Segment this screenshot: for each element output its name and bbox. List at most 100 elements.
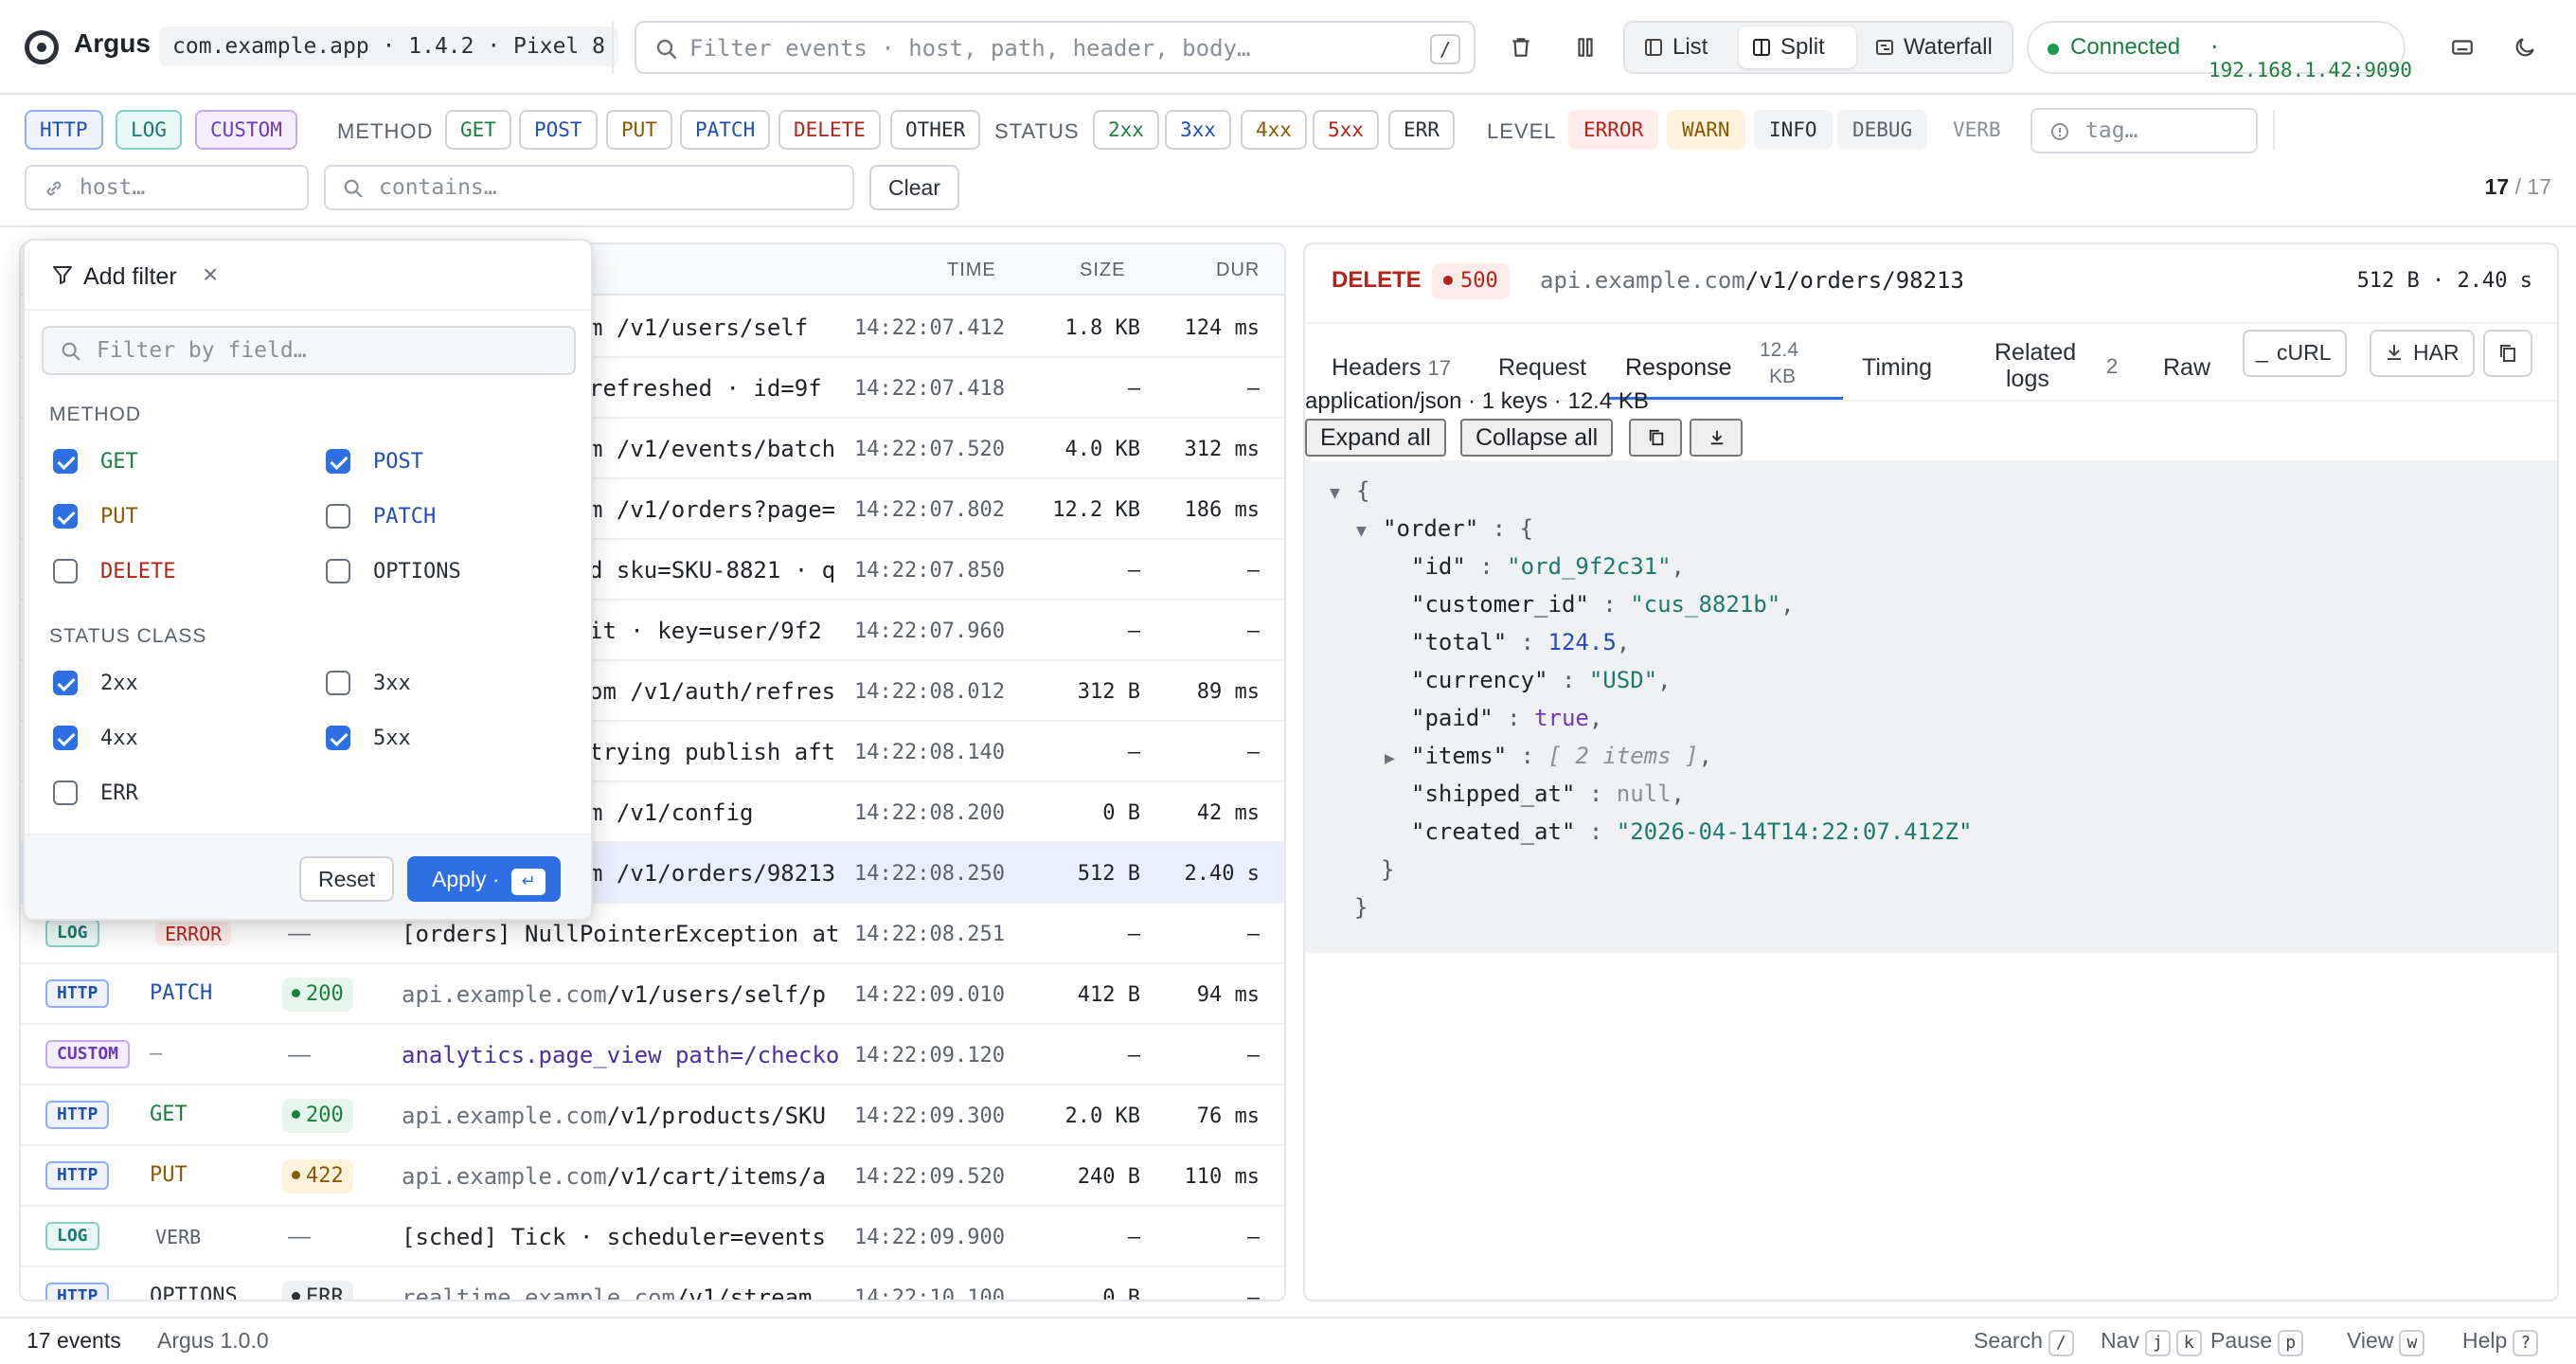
level-chip-warn[interactable]: WARN — [1667, 110, 1745, 150]
row-time: 14:22:09.900 — [854, 1226, 1005, 1249]
download-icon — [1710, 430, 1724, 445]
checkbox-err[interactable]: ERR — [53, 781, 299, 809]
view-list-button[interactable]: List — [1631, 27, 1735, 68]
status-chip-3xx[interactable]: 3xx — [1165, 110, 1231, 150]
column-time[interactable]: TIME — [947, 260, 996, 281]
enter-key-icon: ↵ — [510, 869, 546, 895]
close-icon[interactable]: × — [203, 260, 218, 290]
status-chip-err[interactable]: ERR — [1388, 110, 1455, 150]
view-waterfall-button[interactable]: Waterfall — [1862, 27, 2010, 68]
level-chip-debug[interactable]: DEBUG — [1837, 110, 1928, 150]
checkbox-delete[interactable]: DELETE — [53, 559, 299, 587]
json-field[interactable]: ▶ "items" : [ 2 items ], — [1385, 743, 1712, 769]
json-order-node[interactable]: ▼ "order" : { — [1356, 515, 1533, 542]
status-chip-5xx[interactable]: 5xx — [1313, 110, 1379, 150]
kind-chip-http[interactable]: HTTP — [25, 110, 103, 150]
field-filter-input[interactable] — [95, 335, 549, 366]
copy-button[interactable] — [2483, 330, 2532, 377]
checkbox-get[interactable]: GET — [53, 449, 299, 477]
status-chip-4xx[interactable]: 4xx — [1241, 110, 1307, 150]
checkbox-put[interactable]: PUT — [53, 504, 299, 532]
detail-url: api.example.com/v1/orders/98213 — [1540, 267, 1964, 294]
top-bar: Argus com.example.app · 1.4.2 · Pixel 8 … — [0, 0, 2576, 95]
checkbox-2xx[interactable]: 2xx — [53, 671, 299, 699]
kind-chip-log[interactable]: LOG — [116, 110, 182, 150]
table-row[interactable]: HTTP GET 200 api.example.com/v1/products/SK… — [21, 1086, 1284, 1146]
row-size: — — [1127, 923, 1140, 946]
method-chip-put[interactable]: PUT — [606, 110, 672, 150]
row-method: — — [150, 1042, 163, 1066]
level-chip-verb[interactable]: VERB — [1938, 110, 2016, 150]
checkbox-post[interactable]: POST — [326, 449, 572, 477]
tab-related-logs[interactable]: Related logs 2 — [1995, 337, 2123, 400]
host-input[interactable] — [78, 172, 295, 203]
table-row[interactable]: HTTP OPTIONS ERR realtime.example.com/v1/st… — [21, 1267, 1284, 1301]
status-chip-2xx[interactable]: 2xx — [1093, 110, 1159, 150]
row-duration: 2.40 s — [1184, 862, 1260, 886]
method-chip-other[interactable]: OTHER — [890, 110, 981, 150]
clear-filters-button[interactable]: Clear — [869, 165, 959, 210]
copy-json-button[interactable] — [1629, 419, 1682, 457]
contains-input[interactable] — [377, 172, 832, 203]
method-chip-post[interactable]: POST — [519, 110, 598, 150]
level-chip-error[interactable]: ERROR — [1568, 110, 1659, 150]
row-kind-badge: CUSTOM — [45, 1040, 131, 1068]
clear-events-button[interactable] — [1498, 25, 1544, 70]
kind-chip-custom[interactable]: CUSTOM — [195, 110, 297, 150]
export-har-button[interactable]: HAR — [2370, 330, 2475, 377]
row-time: 14:22:07.850 — [854, 559, 1005, 583]
download-json-button[interactable] — [1690, 419, 1743, 457]
reset-button[interactable]: Reset — [299, 856, 395, 902]
shortcut-pause: Pause p — [2210, 1328, 2304, 1356]
row-url: m /v1/users/self — [589, 314, 809, 341]
checkbox-5xx[interactable]: 5xx — [326, 726, 572, 754]
expand-toggle-icon[interactable]: ▶ — [1385, 748, 1411, 768]
keyboard-shortcuts-button[interactable] — [2440, 25, 2485, 70]
expand-all-button[interactable]: Expand all — [1305, 419, 1446, 457]
row-duration: — — [1246, 619, 1260, 643]
row-time: 14:22:08.140 — [854, 741, 1005, 764]
row-size: — — [1127, 741, 1140, 764]
host-filter[interactable] — [25, 165, 309, 210]
tag-filter[interactable] — [2030, 108, 2258, 153]
search-input[interactable] — [688, 30, 1407, 66]
row-time: 14:22:09.120 — [854, 1044, 1005, 1068]
json-root[interactable]: ▼{ — [1330, 477, 1369, 504]
table-row[interactable]: HTTP PUT 422 api.example.com/v1/cart/items/… — [21, 1146, 1284, 1207]
row-url: [orders] NullPointerException at — [402, 921, 840, 947]
waterfall-icon — [1876, 40, 1893, 55]
checkbox-options[interactable]: OPTIONS — [326, 559, 572, 587]
checkbox-patch[interactable]: PATCH — [326, 504, 572, 532]
field-filter[interactable] — [42, 326, 576, 375]
column-dur[interactable]: DUR — [1216, 260, 1260, 281]
collapse-all-button[interactable]: Collapse all — [1460, 419, 1614, 457]
apply-button[interactable]: Apply · ↵ — [407, 856, 561, 902]
column-size[interactable]: SIZE — [1080, 260, 1125, 281]
status-group-label: STATUS — [994, 119, 1080, 143]
table-row[interactable]: LOG VERB — [sched] Tick · scheduler=events 1… — [21, 1207, 1284, 1267]
table-row[interactable]: HTTP PATCH 200 api.example.com/v1/users/sel… — [21, 964, 1284, 1025]
tag-input[interactable] — [2084, 116, 2245, 146]
contains-filter[interactable] — [324, 165, 854, 210]
global-search[interactable]: / — [635, 21, 1476, 74]
copy-curl-button[interactable]: _ cURL — [2243, 330, 2347, 377]
view-split-button[interactable]: Split — [1739, 27, 1856, 68]
app-version: Argus 1.0.0 — [157, 1328, 269, 1353]
view-mode-switch: List Split Waterfall — [1623, 21, 2013, 74]
method-chip-delete[interactable]: DELETE — [778, 110, 881, 150]
method-chip-get[interactable]: GET — [445, 110, 511, 150]
table-row[interactable]: CUSTOM — — analytics.page_view path=/checko… — [21, 1025, 1284, 1086]
row-size: 2.0 KB — [1064, 1104, 1140, 1128]
row-method: VERB — [155, 1226, 202, 1248]
level-chip-info[interactable]: INFO — [1754, 110, 1833, 150]
theme-toggle-button[interactable] — [2502, 25, 2548, 70]
connection-status: Connected · 192.168.1.42:9090 — [2027, 21, 2412, 81]
checkbox-3xx[interactable]: 3xx — [326, 671, 572, 699]
method-chip-patch[interactable]: PATCH — [680, 110, 771, 150]
pause-button[interactable] — [1563, 25, 1608, 70]
row-method: OPTIONS — [150, 1284, 238, 1301]
checkbox-4xx[interactable]: 4xx — [53, 726, 299, 754]
checkbox-icon — [326, 504, 350, 529]
checkbox-icon — [53, 559, 78, 583]
row-duration: — — [1246, 559, 1260, 583]
